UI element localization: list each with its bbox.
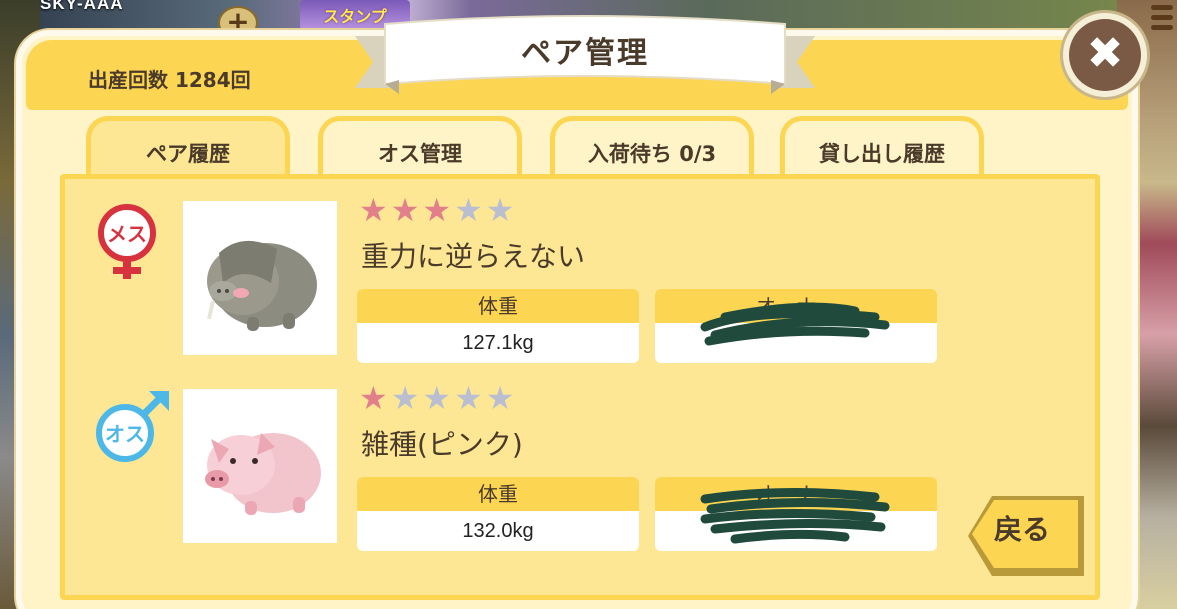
star-icon: ★	[454, 379, 483, 417]
title-ribbon: ペア管理	[355, 14, 815, 100]
redaction-scribble	[700, 302, 890, 346]
star-icon: ★	[359, 191, 388, 229]
star-icon: ★	[422, 379, 452, 417]
star-icon: ★	[485, 191, 515, 229]
star-icon: ★	[422, 191, 452, 229]
back-label[interactable]: 戻る	[994, 508, 1050, 548]
weight-box: 体重 127.1kg	[357, 289, 639, 363]
male-icon: オス	[96, 391, 169, 462]
star-icon: ★	[390, 379, 420, 417]
star-icon: ★	[390, 191, 420, 229]
close-button[interactable]: ✖	[1060, 10, 1150, 100]
birth-count: 出産回数 1284回	[88, 68, 251, 92]
female-icon: メス	[98, 204, 156, 279]
female-label: メス	[107, 222, 147, 246]
star-icon: ★	[454, 191, 483, 229]
dialog-title: ペア管理	[521, 36, 649, 71]
pig-image-pink	[183, 389, 337, 543]
rarity-stars: ★★★★★	[359, 381, 517, 415]
male-label: オス	[105, 422, 145, 446]
weight-label: 体重	[357, 289, 639, 323]
owner-box: オーナー	[655, 477, 937, 551]
weight-value: 127.1kg	[462, 332, 534, 354]
pig-row-female[interactable]: メス ★★★★★ 重力に逆らえない 体重 127.1kg オーナー	[65, 191, 1095, 363]
owner-box: オーナー	[655, 289, 937, 363]
star-icon: ★	[485, 379, 515, 417]
star-icon: ★	[359, 379, 388, 417]
pig-row-male[interactable]: オス ★★★★★ 雑種(ピンク) 体重 132.0kg オーナー	[65, 379, 1095, 551]
back-button[interactable]: 戻る	[968, 492, 1086, 578]
menu-icon[interactable]	[1151, 0, 1173, 34]
rarity-stars: ★★★★★	[359, 193, 517, 227]
close-icon[interactable]: ✖	[1069, 19, 1141, 91]
pig-name: 重力に逆らえない	[361, 240, 586, 273]
weight-box: 体重 132.0kg	[357, 477, 639, 551]
pair-history-content: メス ★★★★★ 重力に逆らえない 体重 127.1kg オーナー オス ★★★…	[60, 174, 1100, 600]
pig-name: 雑種(ピンク)	[361, 428, 523, 461]
pig-image-grey	[183, 201, 337, 355]
weight-label: 体重	[357, 477, 639, 511]
weight-value: 132.0kg	[462, 520, 534, 542]
player-name: SKY-AAA	[40, 0, 124, 13]
redaction-scribble	[700, 487, 890, 544]
